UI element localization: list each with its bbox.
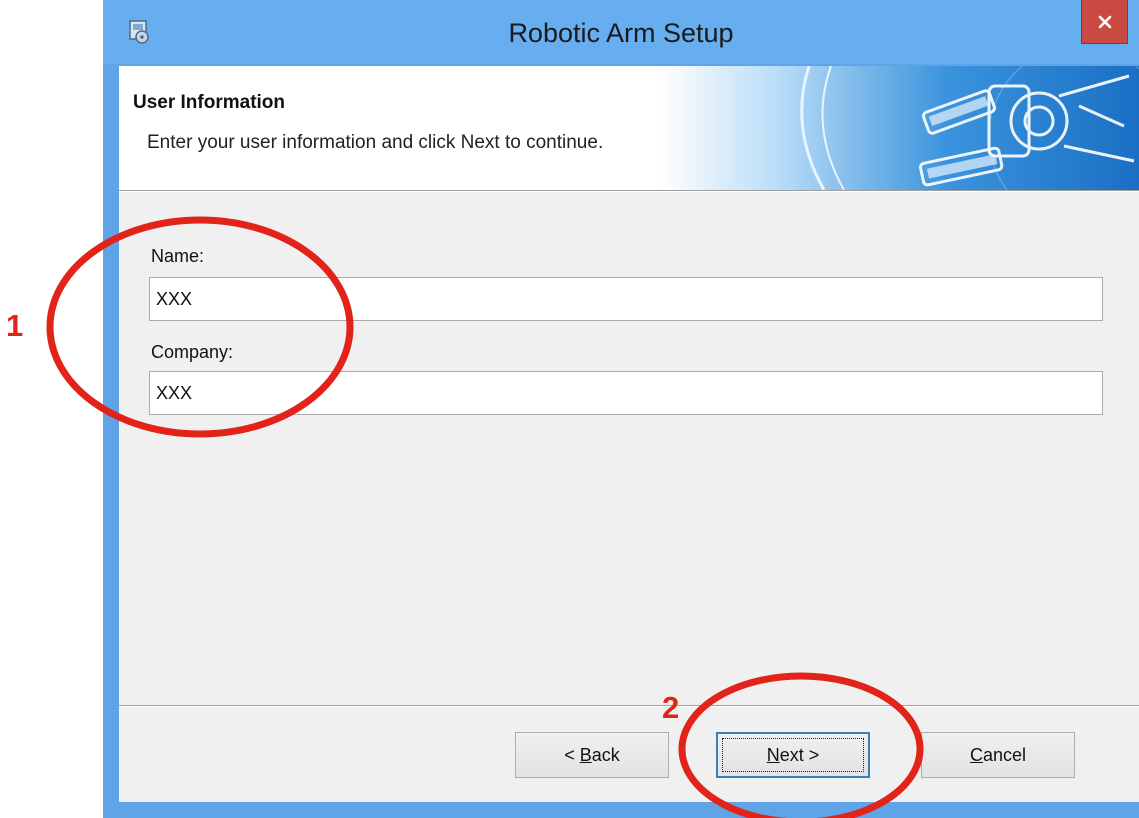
annotation-circle-2 (678, 672, 924, 818)
annotation-number-1: 1 (6, 308, 24, 343)
annotation-number-2: 2 (662, 690, 680, 725)
annotation-overlay (46, 216, 924, 818)
annotation-circle-1 (46, 216, 354, 438)
